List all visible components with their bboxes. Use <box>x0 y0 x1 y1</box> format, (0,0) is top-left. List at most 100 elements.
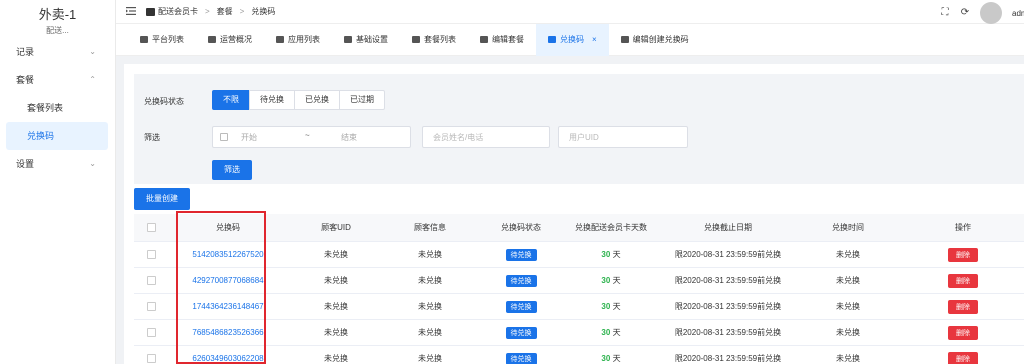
days-value: 30 <box>601 250 611 259</box>
row-checkbox[interactable] <box>146 302 156 312</box>
tab-label: 基础设置 <box>356 34 388 44</box>
status-option-pending[interactable]: 待兑换 <box>249 90 295 110</box>
content-area: 兑换码状态 不限 待兑换 已兑换 已过期 筛选 开始 ~ 结束 筛选 批量创建 … <box>116 56 1024 364</box>
days-unit: 天 <box>612 302 621 311</box>
row-checkbox[interactable] <box>146 276 156 286</box>
tab-platform-list[interactable]: 平台列表 <box>128 24 196 56</box>
close-icon[interactable]: × <box>592 24 597 56</box>
tab-app-list[interactable]: 应用列表 <box>264 24 332 56</box>
redeem-code-link[interactable]: 4292700877068684 <box>168 276 288 285</box>
status-option-expired[interactable]: 已过期 <box>339 90 385 110</box>
delete-button[interactable]: 删除 <box>948 325 978 340</box>
date-range-picker[interactable]: 开始 ~ 结束 <box>212 126 411 148</box>
days-unit: 天 <box>612 328 621 337</box>
row-checkbox[interactable] <box>146 250 156 260</box>
breadcrumb-item[interactable]: 套餐 <box>217 6 233 17</box>
card-icon <box>344 36 352 43</box>
sidebar-item-packages[interactable]: 套餐 ⌃ <box>0 66 116 94</box>
column-header: 顾客信息 <box>414 223 446 232</box>
breadcrumb-separator: > <box>239 7 245 16</box>
status-badge: 待兑换 <box>505 352 537 364</box>
batch-create-button[interactable]: 批量创建 <box>134 188 190 210</box>
delete-button[interactable]: 删除 <box>948 247 978 262</box>
status-badge: 待兑换 <box>505 274 537 287</box>
fullscreen-icon[interactable]: ⛶ <box>940 8 950 18</box>
card-icon <box>412 36 420 43</box>
days-value: 30 <box>601 328 611 337</box>
deadline: 限2020-08-31 23:59:59前兑换 <box>674 250 782 259</box>
card-icon <box>620 36 629 43</box>
redeem-code-link[interactable]: 5142083512267520 <box>168 250 288 259</box>
redeem-code-link[interactable]: 6260349603062208 <box>168 354 288 363</box>
redeem-code-link[interactable]: 1744364236148467 <box>168 302 288 311</box>
sidebar-item-records[interactable]: 记录 ⌄ <box>0 38 116 66</box>
sidebar-item-redeem-codes[interactable]: 兑换码 <box>6 122 108 150</box>
tab-basic-settings[interactable]: 基础设置 <box>332 24 400 56</box>
tab-edit-package[interactable]: 编辑套餐 <box>468 24 536 56</box>
days-value: 30 <box>601 354 611 363</box>
sidebar-item-label: 设置 <box>16 159 35 169</box>
calendar-icon <box>220 133 228 141</box>
brand-subtitle: 配送... <box>46 26 69 35</box>
redeem-code-link[interactable]: 7685486823526366 <box>168 328 288 337</box>
delete-button[interactable]: 删除 <box>948 273 978 288</box>
date-start[interactable]: 开始 <box>241 132 257 143</box>
customer-uid: 未兑换 <box>324 250 348 259</box>
days-cell: 30 天 <box>566 353 656 364</box>
deadline: 限2020-08-31 23:59:59前兑换 <box>674 276 782 285</box>
row-checkbox[interactable] <box>146 328 156 338</box>
deadline: 限2020-08-31 23:59:59前兑换 <box>674 354 782 363</box>
days-cell: 30 天 <box>566 249 656 260</box>
sidebar-item-settings[interactable]: 设置 ⌄ <box>0 150 116 178</box>
avatar[interactable] <box>980 2 1002 24</box>
customer-info: 未兑换 <box>418 328 442 337</box>
status-cell: 待兑换 <box>476 300 566 313</box>
tab-package-list[interactable]: 套餐列表 <box>400 24 468 56</box>
sidebar-item-package-list[interactable]: 套餐列表 <box>0 94 116 122</box>
delete-button[interactable]: 删除 <box>948 351 978 364</box>
status-option-redeemed[interactable]: 已兑换 <box>294 90 340 110</box>
sidebar-menu: 记录 ⌄ 套餐 ⌃ 套餐列表 兑换码 设置 ⌄ <box>0 38 116 178</box>
chevron-down-icon: ⌄ <box>89 47 96 56</box>
customer-uid: 未兑换 <box>324 276 348 285</box>
status-filter-label: 兑换码状态 <box>144 97 184 106</box>
user-name[interactable]: adm <box>1012 9 1024 18</box>
filter-button[interactable]: 筛选 <box>212 160 252 180</box>
redeem-time: 未兑换 <box>836 276 860 285</box>
tab-redeem-codes[interactable]: 兑换码 × <box>536 23 609 56</box>
deadline: 限2020-08-31 23:59:59前兑换 <box>674 302 782 311</box>
breadcrumb: 配送会员卡 > 套餐 > 兑换码 <box>146 6 275 17</box>
row-checkbox[interactable] <box>146 354 156 364</box>
status-badge: 待兑换 <box>505 248 537 261</box>
member-search-input[interactable] <box>422 126 550 148</box>
select-all-checkbox[interactable] <box>146 223 156 233</box>
tab-edit-create-redeem-code[interactable]: 编辑创建兑换码 <box>609 24 701 56</box>
tab-label: 平台列表 <box>152 34 184 44</box>
column-header: 兑换码 <box>216 223 240 232</box>
refresh-icon[interactable]: ⟳ <box>960 8 970 18</box>
deadline: 限2020-08-31 23:59:59前兑换 <box>674 328 782 337</box>
breadcrumb-item[interactable]: 配送会员卡 <box>158 6 198 17</box>
status-segmented-control: 不限 待兑换 已兑换 已过期 <box>212 90 385 110</box>
table-row: 7685486823526366 未兑换 未兑换 待兑换 30 天 限2020-… <box>134 320 1024 346</box>
chart-icon <box>208 36 216 43</box>
customer-uid: 未兑换 <box>324 302 348 311</box>
uid-search-input[interactable] <box>558 126 688 148</box>
filter-panel: 兑换码状态 不限 待兑换 已兑换 已过期 筛选 开始 ~ 结束 筛选 <box>134 74 1024 184</box>
tabs-bar: 平台列表 运营概况 应用列表 基础设置 套餐列表 编辑套餐 兑换码 × 编辑创建… <box>116 23 1024 56</box>
column-header: 兑换码状态 <box>501 223 541 232</box>
row-select-cell <box>134 250 168 260</box>
delete-button[interactable]: 删除 <box>948 299 978 314</box>
status-badge: 待兑换 <box>505 326 537 339</box>
main-panel: 兑换码状态 不限 待兑换 已兑换 已过期 筛选 开始 ~ 结束 筛选 批量创建 … <box>124 64 1024 364</box>
redeem-code-table: 兑换码 顾客UID 顾客信息 兑换码状态 兑换配送会员卡天数 兑换截止日期 兑换… <box>134 214 1024 364</box>
menu-collapse-icon[interactable] <box>126 6 136 16</box>
card-icon <box>480 36 488 43</box>
table-row: 4292700877068684 未兑换 未兑换 待兑换 30 天 限2020-… <box>134 268 1024 294</box>
status-option-all[interactable]: 不限 <box>212 90 250 110</box>
tab-operation-overview[interactable]: 运营概况 <box>196 24 264 56</box>
row-select-cell <box>134 302 168 312</box>
date-end[interactable]: 结束 <box>341 132 357 143</box>
days-cell: 30 天 <box>566 327 656 338</box>
redeem-time: 未兑换 <box>836 328 860 337</box>
